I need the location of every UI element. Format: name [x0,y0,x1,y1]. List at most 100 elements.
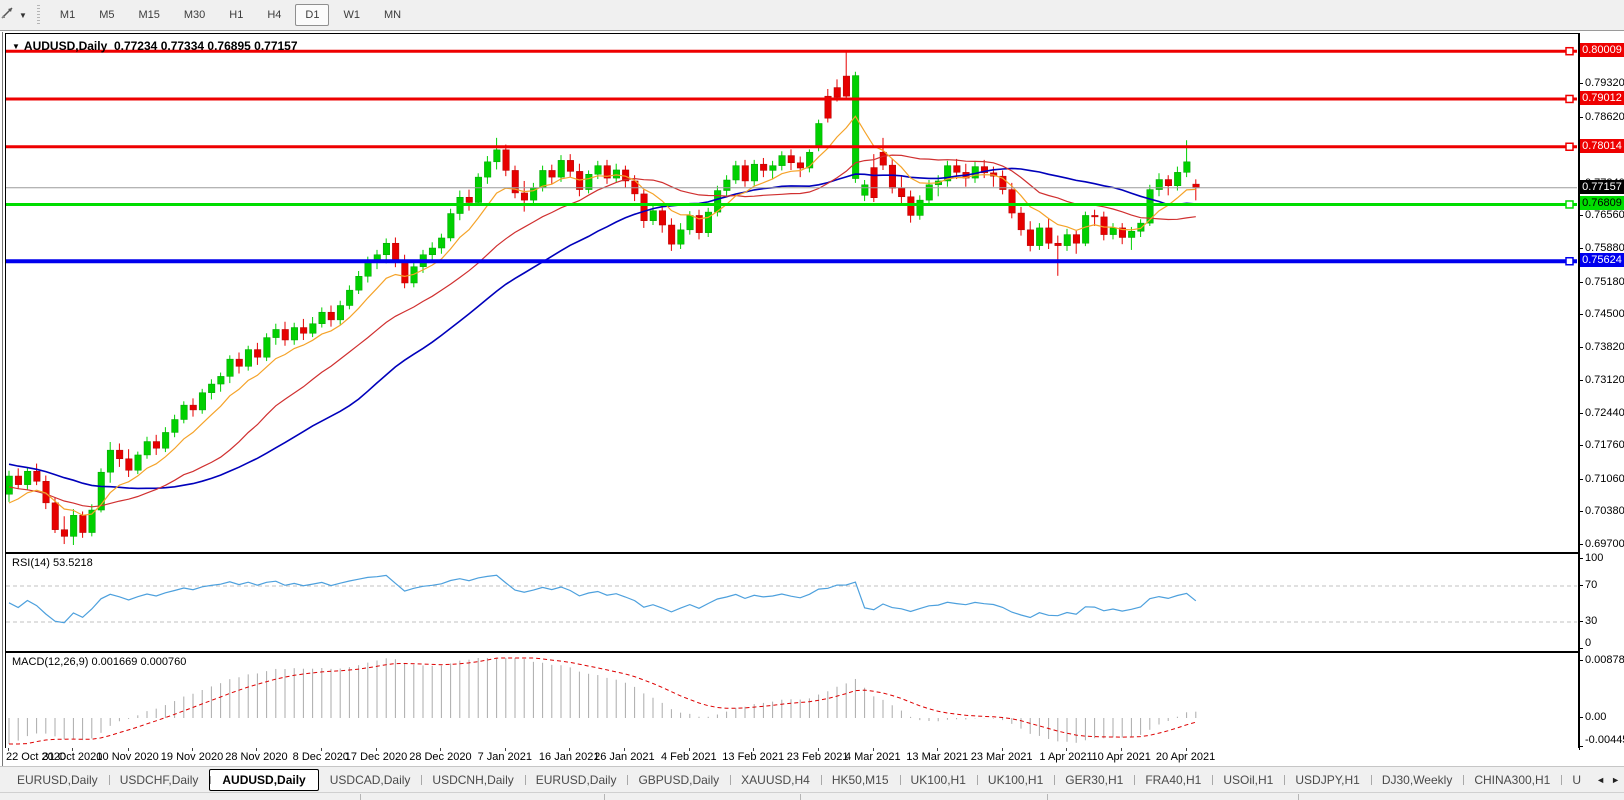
date-axis-label: 10 Nov 2020 [96,751,158,763]
price-axis-tick [1579,380,1583,381]
status-strip-tick [800,794,801,800]
hline-price-label: 0.76809 [1580,196,1624,210]
current-price-label: 0.77157 [1580,180,1624,194]
chart-tab[interactable]: USDCAD,Daily [319,769,422,791]
chart-tabs-bar: EURUSD,DailyUSDCHF,DailyAUDUSD,DailyUSDC… [0,766,1624,792]
rsi-label: RSI(14) 53.5218 [12,557,93,569]
rsi-axis-label: 70 [1585,578,1624,592]
date-axis[interactable]: 22 Oct 202031 Oct 202010 Nov 202019 Nov … [5,748,1579,766]
price-axis-label: 0.76560 [1585,208,1624,222]
symbol-label: AUDUSD,Daily [24,39,107,53]
macd-axis-label: 0.00 [1585,710,1624,724]
date-axis-label: 23 Feb 2021 [787,751,849,763]
draw-tool-button[interactable]: ▼ [0,4,31,26]
tf-button-h4[interactable]: H4 [257,4,291,26]
date-axis-label: 23 Mar 2021 [971,751,1033,763]
price-axis-label: 0.70380 [1585,504,1624,518]
chart-tab[interactable]: GER30,H1 [1054,769,1134,791]
macd-label: MACD(12,26,9) 0.001669 0.000760 [12,656,186,668]
price-axis-tick [1579,347,1583,348]
tab-scroll-right-icon[interactable]: ► [1609,773,1622,787]
chart-tab[interactable]: AUDUSD,Daily [209,769,318,791]
tab-scroll-arrows: ◄► [1592,767,1622,792]
status-strip-tick [1047,794,1048,800]
chart-tab[interactable]: GBPUSD,Daily [627,769,730,791]
macd-axis-tick [1579,717,1583,718]
price-axis-tick [1579,117,1583,118]
rsi-pane[interactable]: RSI(14) 53.5218 [5,553,1580,652]
hline-resistance-3-handle[interactable] [1566,143,1573,150]
price-axis-tick [1579,282,1583,283]
status-strip-tick [604,794,605,800]
price-axis-label: 0.79320 [1585,76,1624,90]
tf-button-m1[interactable]: M1 [50,4,85,26]
price-axis-label: 0.78620 [1585,110,1624,124]
macd-axis-tick [1579,746,1583,747]
main-chart-pane[interactable]: ▼AUDUSD,Daily 0.77234 0.77334 0.76895 0.… [5,33,1580,553]
rsi-axis-tick [1579,621,1583,622]
date-axis-label: 13 Mar 2021 [906,751,968,763]
tf-button-m30[interactable]: M30 [174,4,215,26]
date-axis-label: 16 Jan 2021 [539,751,600,763]
chart-tab[interactable]: USDCHF,Daily [109,769,210,791]
chart-tab[interactable]: USDJPY,H1 [1284,769,1370,791]
macd-pane[interactable]: MACD(12,26,9) 0.001669 0.000760 [5,652,1580,750]
price-axis-tick [1579,314,1583,315]
tf-button-d1[interactable]: D1 [295,4,329,26]
rsi-canvas [6,554,1577,649]
date-axis-label: 1 Apr 2021 [1039,751,1092,763]
mid-ma-line [9,155,1196,507]
chart-tab[interactable]: EURUSD,Daily [6,769,109,791]
date-axis-label: 20 Apr 2021 [1156,751,1215,763]
chart-tab[interactable]: UK100,H1 [900,769,977,791]
symbol-caret-icon: ▼ [12,42,20,51]
date-axis-label: 19 Nov 2020 [161,751,223,763]
chart-tab[interactable]: EURUSD,Daily [525,769,628,791]
window-frame-left [2,32,3,766]
chart-tab[interactable]: XAUUSD,H4 [730,769,821,791]
ohlc-low: 0.76895 [207,39,250,53]
price-axis-tick [1579,544,1583,545]
tf-button-h1[interactable]: H1 [219,4,253,26]
macd-axis-label: 0.008782 [1585,653,1624,667]
price-axis-tick [1579,479,1583,480]
tab-scroll-left-icon[interactable]: ◄ [1594,773,1607,787]
chart-tab[interactable]: CHINA300,H1 [1463,769,1561,791]
date-axis-label: 4 Mar 2021 [845,751,901,763]
macd-signal-value: 0.000760 [140,656,186,668]
rsi-axis-tick [1579,558,1583,559]
tf-button-mn[interactable]: MN [374,4,411,26]
chart-tab[interactable]: USDCNH,Daily [421,769,524,791]
rsi-axis-label: 0 [1585,636,1624,650]
rsi-axis-tick [1579,585,1583,586]
chart-tab[interactable]: U [1561,769,1592,791]
price-axis-label: 0.75180 [1585,275,1624,289]
price-chart-canvas[interactable] [6,34,1577,550]
tf-button-m5[interactable]: M5 [89,4,124,26]
timeframe-toolbar: ▼ M1M5M15M30H1H4D1W1MN [0,0,1624,31]
date-axis-label: 28 Dec 2020 [409,751,471,763]
price-axis-tick [1579,413,1583,414]
tf-button-m15[interactable]: M15 [128,4,169,26]
price-axis-label: 0.73820 [1585,340,1624,354]
hline-resistance-1-handle[interactable] [1566,48,1573,55]
status-strip-tick [1298,794,1299,800]
hline-resistance-2-handle[interactable] [1566,95,1573,102]
toolbar-grip[interactable] [37,5,40,25]
rsi-axis-label: 100 [1585,551,1624,565]
price-axis-label: 0.74500 [1585,307,1624,321]
price-axis-label: 0.69700 [1585,537,1624,551]
candles-layer [6,51,1199,545]
hline-support-1-handle[interactable] [1566,201,1573,208]
chart-tab[interactable]: UK100,H1 [977,769,1054,791]
chart-tab[interactable]: USOil,H1 [1212,769,1284,791]
chart-tab[interactable]: FRA40,H1 [1134,769,1212,791]
hline-support-2-handle[interactable] [1566,258,1573,265]
tf-button-w1[interactable]: W1 [333,4,370,26]
chart-tab[interactable]: DJ30,Weekly [1371,769,1463,791]
chart-tab[interactable]: HK50,M15 [821,769,900,791]
date-axis-label: 17 Dec 2020 [345,751,407,763]
macd-histogram [9,658,1196,744]
fast-ma-line [9,116,1196,515]
date-axis-label: 8 Dec 2020 [293,751,349,763]
